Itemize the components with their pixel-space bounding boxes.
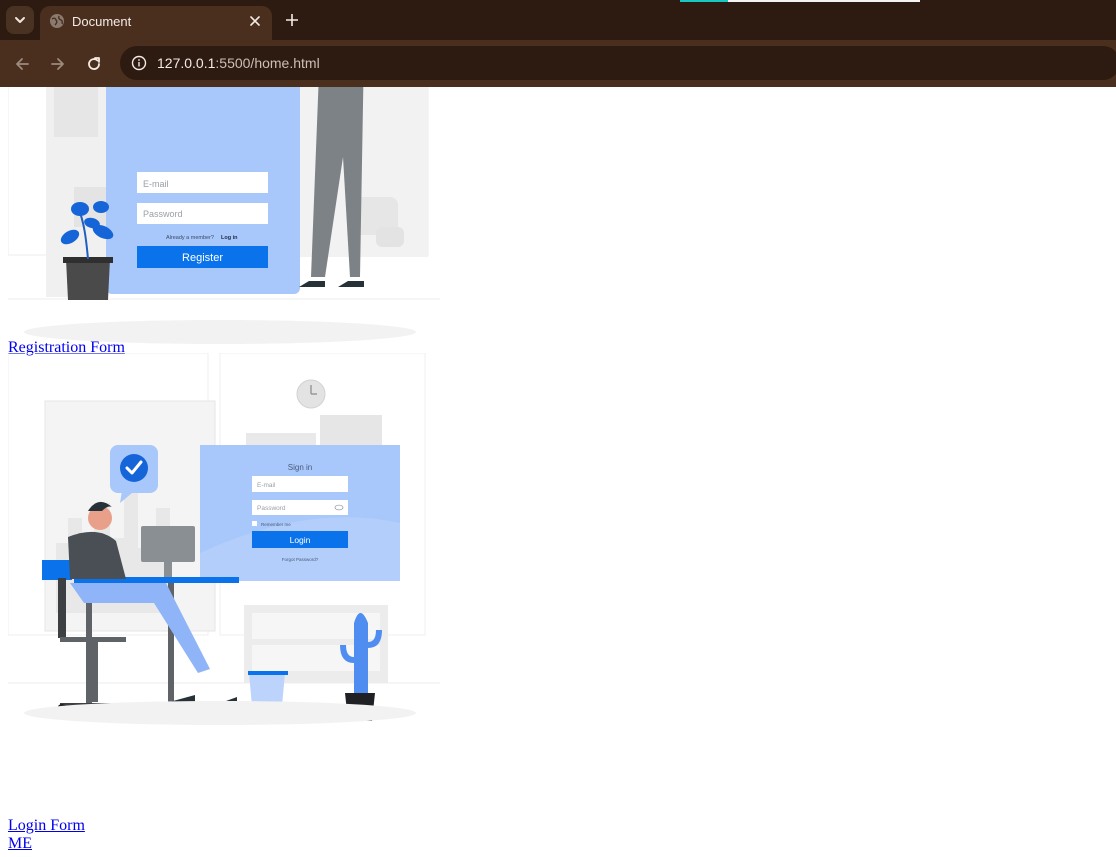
new-tab-button[interactable]	[282, 10, 302, 30]
site-info-button[interactable]	[128, 52, 150, 74]
arrow-left-icon	[16, 58, 29, 70]
globe-icon	[50, 14, 64, 28]
info-icon	[131, 55, 147, 71]
tab-search-button[interactable]	[6, 6, 34, 34]
tab-title: Document	[72, 14, 132, 29]
login-forgot-text: Forgot Password?	[282, 557, 319, 562]
login-remember-text: Remember me	[261, 522, 291, 527]
register-login-link: Log in	[221, 235, 238, 241]
login-illustration: Sign in E-mail Password Remember me Logi…	[8, 353, 440, 725]
tab-strip-highlight	[680, 0, 920, 2]
url-host: 127.0.0.1	[157, 55, 216, 71]
reload-icon	[88, 57, 100, 70]
url-path: :5500/home.html	[215, 55, 320, 71]
login-button-art: Login	[290, 535, 311, 545]
register-illustration: E-mail Password Already a member? Log in…	[8, 87, 440, 344]
close-icon	[250, 16, 260, 26]
tab-strip: Document	[0, 0, 1116, 40]
register-button-art: Register	[182, 252, 223, 264]
close-tab-button[interactable]	[246, 12, 264, 30]
register-member-text: Already a member?	[166, 235, 214, 241]
login-form-link[interactable]: Login Form	[8, 817, 85, 835]
chevron-down-icon	[15, 17, 25, 23]
back-button[interactable]	[10, 52, 34, 76]
address-bar[interactable]: 127.0.0.1:5500/home.html	[120, 46, 1116, 80]
register-password-field: Password	[143, 209, 183, 219]
page-viewport: E-mail Password Already a member? Log in…	[0, 87, 1116, 857]
me-link[interactable]: ME	[8, 835, 32, 853]
arrow-right-icon	[51, 58, 64, 70]
login-password-field: Password	[257, 505, 286, 512]
url-text: 127.0.0.1:5500/home.html	[157, 55, 320, 71]
login-heading-art: Sign in	[288, 463, 312, 472]
browser-toolbar: 127.0.0.1:5500/home.html	[0, 40, 1116, 87]
register-email-field: E-mail	[143, 179, 169, 189]
login-email-field: E-mail	[257, 482, 276, 489]
plus-icon	[286, 14, 298, 26]
browser-tab[interactable]: Document	[40, 6, 272, 40]
reload-button[interactable]	[82, 52, 106, 76]
forward-button[interactable]	[46, 52, 70, 76]
